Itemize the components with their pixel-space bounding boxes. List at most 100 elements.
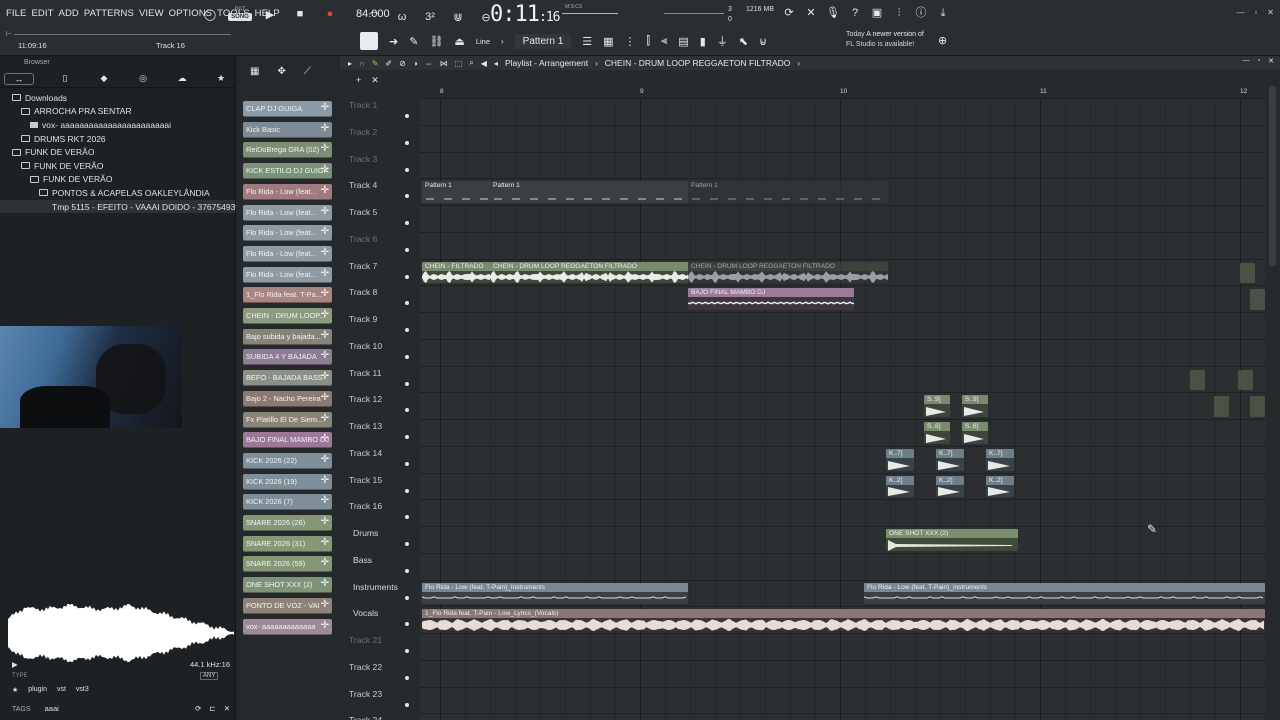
track-mute-dot[interactable] [405,381,409,386]
preview-play-icon[interactable]: ▶ [12,660,18,669]
channel-add-icon[interactable]: ✛ [321,578,329,589]
channel-button[interactable]: ONE SHOT XXX (2) ✛ [243,577,332,594]
help-icon[interactable]: ? [848,6,862,20]
plug-icon[interactable]: ⏚ [717,33,728,49]
channel-button[interactable]: SNARE 2026 (26) ✛ [243,515,332,531]
track-label[interactable]: Drums [353,528,378,538]
channel-button[interactable]: SNARE 2026 (31) ✛ [243,535,332,552]
track-mute-dot[interactable] [405,301,409,306]
track-label[interactable]: Track 23 [349,689,382,699]
track-mute-dot[interactable] [405,649,409,653]
playlist-clip[interactable]: S..6] [924,422,950,444]
cursor-icon[interactable]: ⬉ [739,35,748,48]
playlist-clip[interactable]: CHEIN - DRUM LOOP REGGAETON FILTRADO [688,261,888,284]
pencil-icon[interactable]: ✎ [372,59,379,68]
track-label[interactable]: Track 5 [349,207,377,217]
menu-edit[interactable]: EDIT [31,8,53,19]
playlist-breadcrumb[interactable]: CHEIN - DRUM LOOP REGGAETON FILTRADO [605,58,791,68]
track-mute-dot[interactable] [405,515,409,520]
tag-vst[interactable]: vst [57,686,66,694]
browser-item[interactable]: FUNK DE VERÃO [0,159,235,173]
track-mute-dot[interactable] [405,354,409,359]
download-icon[interactable]: ⤓ [936,6,950,20]
select-icon[interactable]: ⬚ [455,59,463,68]
speaker-icon[interactable]: ◀ [481,59,487,68]
track-mute-dot[interactable] [405,194,409,199]
channel-add-icon[interactable]: ✛ [321,557,329,568]
channel-add-icon[interactable]: ✛ [321,620,329,631]
playlist-maximize-icon[interactable]: ▫ [1258,57,1260,65]
channel-button[interactable]: BAJO FINAL MAMBO DJ ✛ [243,432,332,449]
pattern-select[interactable]: Pattern 1 [514,33,572,49]
channel-add-icon[interactable]: ✛ [321,102,329,113]
menu-view[interactable]: VIEW [139,8,164,19]
track-label[interactable]: Vocals [353,608,378,618]
channel-button[interactable]: KICK 2026 (7) ✛ [243,494,332,511]
channel-add-icon[interactable]: ✛ [321,288,329,299]
track-mute-dot[interactable] [405,140,409,145]
playlist-options-icon[interactable]: ◂ [494,59,498,68]
playlist-close-icon[interactable]: ✕ [1268,57,1274,65]
track-mute-dot[interactable] [405,274,409,279]
channel-add-icon[interactable]: ✛ [321,330,329,341]
channel-rack-icon[interactable]: ⋮ [625,35,636,48]
track-mute-dot[interactable] [405,167,409,172]
track-label[interactable]: Track 15 [349,475,382,485]
browser-item[interactable]: FUNK DE VERÃO [0,145,235,159]
playlist-clip[interactable]: BAJO FINAL MAMBO DJ [688,288,854,310]
browser-item[interactable]: vox- aaaaaaaaaaaaaaaaaaaaaaai [0,118,235,132]
playlist-clip[interactable]: Pattern 1 [490,181,688,203]
track-label[interactable]: Track 13 [349,421,382,431]
record-mode-icon[interactable]: ◯ [200,4,220,24]
channel-button[interactable]: vox- aaaaaaaaaaaaa ✛ [243,618,332,635]
step-edit-icon[interactable]: ⋓ [448,7,468,27]
track-mute-dot[interactable] [405,702,409,707]
channel-button[interactable]: KICK 2026 (22) ✛ [243,452,332,469]
info-icon[interactable]: ⓘ [914,6,928,20]
channel-add-icon[interactable]: ✛ [321,413,329,424]
track-label[interactable]: Track 1 [349,100,377,110]
track-mute-dot[interactable] [405,435,409,439]
playlist-clip[interactable]: 1_Flo Rida feat. T-Pain - Low_Lyrics_(Vo… [422,609,1265,631]
channel-button[interactable]: Bajo subida y bajada... ✛ [243,328,332,345]
cart-icon[interactable]: ⊌ [759,35,767,48]
master-pitch-slider[interactable] [664,13,724,14]
slice-icon[interactable]: ⋈ [440,59,448,68]
arrow-right-icon[interactable]: ▸ [348,59,352,68]
mixer-view-icon[interactable]: ⫿ [647,35,651,48]
magnet-icon[interactable]: ∩ [359,59,365,68]
playlist-icon[interactable]: ☰ [582,35,592,48]
close-tags-icon[interactable]: ✕ [224,704,230,713]
tab-files-icon[interactable]: ▯ [57,73,73,84]
paint-icon[interactable]: ✐ [385,59,392,68]
track-mute-dot[interactable] [405,595,409,600]
channel-button[interactable]: Kick Basic ✛ [243,121,332,138]
channel-add-icon[interactable]: ✛ [321,206,329,217]
delete-icon[interactable]: ⊘ [399,59,406,68]
channel-button[interactable]: BEFO - BAJADA BASS ✛ [243,370,332,387]
playlist-clip[interactable]: CHEIN - DRUM LOOP REGGAETON FILTRADO [490,261,688,284]
link-icon[interactable]: ⛓ [429,35,443,48]
fl-logo-icon[interactable] [360,32,378,50]
playlist-clip[interactable]: Pattern 1 [422,181,490,203]
track-mute-dot[interactable] [405,247,409,252]
mute-icon[interactable]: ◑ [413,59,418,68]
playlist-minimize-icon[interactable]: — [1243,57,1250,65]
track-label[interactable]: Track 11 [349,368,381,378]
channel-add-icon[interactable]: ✛ [321,123,329,134]
track-label[interactable]: Track 12 [349,394,382,404]
close-icon[interactable]: ✕ [1267,8,1274,17]
mixer-icon[interactable]: ⫶ [892,6,906,20]
track-mute-dot[interactable] [405,328,409,332]
channel-add-icon[interactable]: ✛ [321,164,329,175]
track-mute-dot[interactable] [405,221,409,225]
channel-button[interactable]: KICK ESTILO DJ GUIGA ✛ [243,163,332,180]
time-display[interactable]: 0:11:16 [490,2,560,27]
channel-add-icon[interactable]: ✛ [321,185,329,196]
channel-button[interactable]: 1_Flo Rida feat. T-Pa... ✛ [243,287,332,304]
track-label[interactable]: Track 7 [349,261,377,271]
playlist-clip-edge[interactable] [1214,396,1229,417]
playlist-clip-edge[interactable] [1250,396,1265,417]
channel-add-icon[interactable]: ✛ [321,143,329,154]
track-mute-dot[interactable] [405,675,409,680]
